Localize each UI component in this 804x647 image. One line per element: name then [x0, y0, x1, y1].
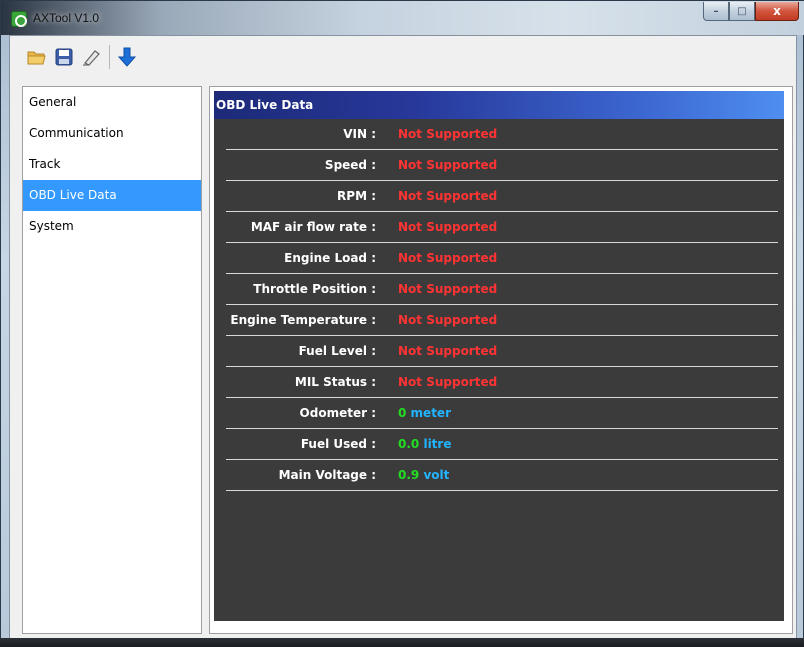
- field-value: Not Supported: [398, 158, 498, 172]
- sidebar-item-obd-live-data[interactable]: OBD Live Data: [23, 180, 201, 211]
- maximize-icon: □: [737, 5, 747, 17]
- data-row: Odometer : 0 meter: [214, 398, 780, 429]
- data-row: Engine Load : Not Supported: [214, 243, 780, 274]
- value-unit: volt: [423, 468, 450, 482]
- field-label: Engine Temperature :: [230, 313, 376, 327]
- field-label: VIN :: [343, 127, 376, 141]
- data-row: MAF air flow rate : Not Supported: [214, 212, 780, 243]
- field-label: MIL Status :: [294, 375, 376, 389]
- arrow-down-icon: [118, 47, 136, 67]
- field-value: Not Supported: [398, 189, 498, 203]
- value-unit: meter: [410, 406, 451, 420]
- field-value: 0.0 litre: [398, 429, 451, 459]
- taskbar-strip: [0, 638, 804, 647]
- value-unit: litre: [423, 437, 452, 451]
- field-label: RPM :: [337, 189, 376, 203]
- floppy-disk-icon: [55, 48, 73, 66]
- field-value: Not Supported: [398, 344, 498, 358]
- title-bar[interactable]: AXTool V1.0 – □ x: [1, 1, 804, 35]
- sidebar-item-track[interactable]: Track: [23, 149, 201, 180]
- value-number: 0.0: [398, 437, 420, 451]
- caption-buttons: – □ x: [703, 2, 799, 21]
- folder-open-icon: [27, 51, 46, 65]
- data-row: Throttle Position : Not Supported: [214, 274, 780, 305]
- toolbar-separator: [109, 45, 110, 69]
- data-row: Main Voltage : 0.9 volt: [214, 460, 780, 491]
- field-value: Not Supported: [398, 251, 498, 265]
- window-title: AXTool V1.0: [33, 11, 100, 25]
- field-label: Speed :: [324, 158, 376, 172]
- field-label: MAF air flow rate :: [250, 220, 376, 234]
- value-number: 0.9: [398, 468, 420, 482]
- field-label: Odometer :: [299, 406, 376, 420]
- field-value: Not Supported: [398, 375, 498, 389]
- field-label: Fuel Level :: [298, 344, 376, 358]
- field-value: Not Supported: [398, 313, 498, 327]
- sidebar-item-general[interactable]: General: [23, 87, 201, 118]
- edit-button[interactable]: [80, 46, 102, 68]
- data-row: Speed : Not Supported: [214, 150, 780, 181]
- data-row: VIN : Not Supported: [214, 119, 780, 150]
- minimize-icon: –: [713, 5, 719, 17]
- app-window: AXTool V1.0 – □ x General Communication …: [0, 0, 804, 647]
- data-row: Fuel Used : 0.0 litre: [214, 429, 780, 460]
- close-button[interactable]: x: [755, 2, 799, 21]
- content-panel: OBD Live Data VIN : Not Supported Speed : N…: [209, 86, 793, 634]
- obd-data-list: VIN : Not Supported Speed : Not Supported RP…: [214, 119, 784, 621]
- minimize-button[interactable]: –: [703, 2, 729, 21]
- field-value: 0 meter: [398, 398, 451, 428]
- settings-nav: General Communication Track OBD Live Data Sy…: [22, 86, 202, 634]
- data-row: Fuel Level : Not Supported: [214, 336, 780, 367]
- panel-title: OBD Live Data: [214, 91, 784, 119]
- value-number: 0: [398, 406, 407, 420]
- field-value: Not Supported: [398, 220, 498, 234]
- field-value: 0.9 volt: [398, 460, 449, 490]
- data-row: MIL Status : Not Supported: [214, 367, 780, 398]
- close-icon: x: [773, 4, 781, 18]
- field-label: Fuel Used :: [300, 437, 376, 451]
- field-label: Throttle Position :: [253, 282, 376, 296]
- field-value: Not Supported: [398, 127, 498, 141]
- sidebar-item-system[interactable]: System: [23, 211, 201, 242]
- data-row: RPM : Not Supported: [214, 181, 780, 212]
- download-button[interactable]: [116, 46, 138, 68]
- field-label: Engine Load :: [284, 251, 376, 265]
- sidebar-item-communication[interactable]: Communication: [23, 118, 201, 149]
- toolbar: [10, 36, 796, 78]
- maximize-button[interactable]: □: [729, 2, 755, 21]
- field-label: Main Voltage :: [278, 468, 376, 482]
- data-row: Engine Temperature : Not Supported: [214, 305, 780, 336]
- eraser-icon: [83, 50, 100, 66]
- save-button[interactable]: [53, 46, 75, 68]
- field-value: Not Supported: [398, 282, 498, 296]
- app-logo-icon[interactable]: [11, 11, 27, 27]
- client-area: General Communication Track OBD Live Data Sy…: [9, 35, 797, 639]
- row-divider: [226, 490, 778, 491]
- open-button[interactable]: [26, 46, 48, 68]
